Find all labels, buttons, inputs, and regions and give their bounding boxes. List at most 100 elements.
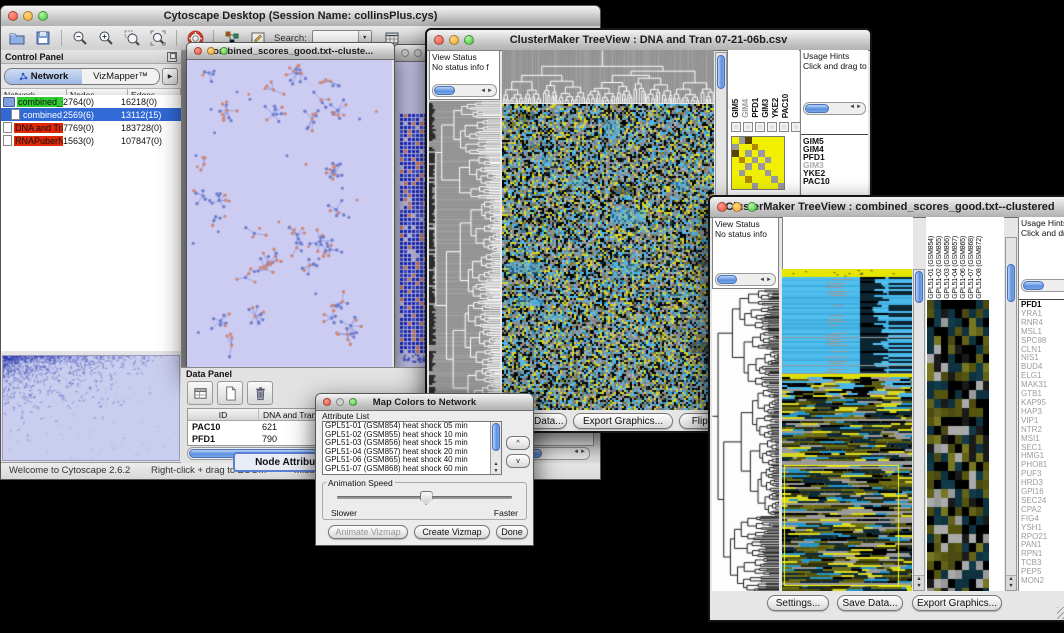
new-attribute-button[interactable] <box>217 381 243 405</box>
tab-overflow-button[interactable]: ▶ <box>162 68 178 85</box>
zoom-button[interactable] <box>220 47 228 55</box>
heatmap-zoom-view[interactable] <box>927 300 989 591</box>
save-button[interactable] <box>31 28 55 48</box>
row-dendrogram[interactable] <box>429 101 500 410</box>
attribute-item[interactable]: GPL51-07 (GSM868) heat shock 60 min <box>323 465 501 474</box>
done-button[interactable]: Done <box>496 525 528 539</box>
hscrollbar[interactable]: ◄► <box>432 84 497 97</box>
gene-label[interactable]: GPI16 <box>1021 488 1064 497</box>
list-vscrollbar[interactable]: ▲ ▼ <box>490 422 501 474</box>
animation-speed-slider[interactable] <box>337 496 512 499</box>
zoom-vscrollbar[interactable]: ▲▼ <box>1005 237 1017 591</box>
scrollbar-thumb[interactable] <box>1007 264 1015 302</box>
resize-grip[interactable] <box>1057 607 1064 619</box>
close-button[interactable] <box>194 47 202 55</box>
gene-label[interactable]: FIG4 <box>1021 515 1064 524</box>
minimize-button[interactable] <box>414 49 422 57</box>
title-bar[interactable]: combined_scores_good.txt--cluste... <box>187 43 394 60</box>
title-bar[interactable]: ClusterMaker TreeView : combined_scores_… <box>710 197 1064 218</box>
gene-label[interactable]: NTR2 <box>1021 426 1064 435</box>
select-attributes-button[interactable] <box>187 381 213 405</box>
tab-network[interactable]: Network <box>5 69 82 84</box>
gene-label[interactable]: MON2 <box>1021 577 1064 586</box>
scrollbar-thumb[interactable] <box>717 55 725 89</box>
gene-label[interactable]: YSH1 <box>1021 524 1064 533</box>
export-graphics-button[interactable]: Export Graphics... <box>573 413 673 429</box>
gene-label[interactable]: SEC24 <box>1021 497 1064 506</box>
zoom-out-button[interactable] <box>68 28 92 48</box>
gene-label[interactable]: RPN1 <box>1021 550 1064 559</box>
gene-label[interactable]: HRD3 <box>1021 479 1064 488</box>
close-button[interactable] <box>434 35 444 45</box>
export-graphics-button[interactable]: Export Graphics... <box>912 595 1002 611</box>
title-bar[interactable]: Map Colors to Network <box>316 394 533 411</box>
attribute-list[interactable]: GPL51-01 (GSM854) heat shock 05 minGPL51… <box>322 421 502 475</box>
gene-label[interactable]: GIM4 <box>803 145 868 153</box>
open-file-button[interactable] <box>5 28 29 48</box>
heatmap-global-view[interactable] <box>782 269 912 591</box>
scroll-up-icon[interactable]: ▲ <box>491 461 501 467</box>
gene-label[interactable]: PFD1 <box>1021 301 1064 310</box>
gene-label[interactable]: PUF3 <box>1021 470 1064 479</box>
gene-label[interactable]: PFD1 <box>803 153 868 161</box>
create-vizmap-button[interactable]: Create Vizmap <box>414 525 490 539</box>
heatmap-zoom-view[interactable] <box>731 136 785 190</box>
column-dendrogram-area[interactable] <box>782 217 913 269</box>
title-bar[interactable]: ClusterMaker TreeView : DNA and Tran 07-… <box>427 30 870 51</box>
gene-label[interactable]: GIM5 <box>803 137 868 145</box>
gene-label[interactable]: HAP3 <box>1021 408 1064 417</box>
gene-label[interactable]: GIM3 <box>803 161 868 169</box>
save-data-button[interactable]: Save Data... <box>837 595 903 611</box>
gene-label[interactable]: PEP5 <box>1021 568 1064 577</box>
gene-label[interactable]: YRA1 <box>1021 310 1064 319</box>
minimize-button[interactable] <box>336 398 344 406</box>
slider-thumb[interactable] <box>420 491 433 505</box>
zoom-button[interactable] <box>38 11 48 21</box>
gene-label[interactable]: CPA2 <box>1021 506 1064 515</box>
network-canvas[interactable] <box>187 60 392 369</box>
scrollbar-thumb[interactable] <box>492 423 500 451</box>
minimize-button[interactable] <box>449 35 459 45</box>
gene-label[interactable]: VIP1 <box>1021 417 1064 426</box>
close-button[interactable] <box>401 49 409 57</box>
zoom-button[interactable] <box>464 35 474 45</box>
zoom-button[interactable] <box>747 202 757 212</box>
gene-label[interactable]: PHO81 <box>1021 461 1064 470</box>
global-vscrollbar[interactable]: ▲▼ <box>913 269 925 591</box>
gene-label[interactable]: KAP95 <box>1021 399 1064 408</box>
column-dendrogram[interactable] <box>502 50 714 103</box>
gene-label[interactable]: SEC1 <box>1021 444 1064 453</box>
scroll-down-icon[interactable]: ▼ <box>491 468 501 474</box>
row-dendrogram[interactable] <box>712 289 779 591</box>
zoom-button[interactable] <box>349 398 357 406</box>
scrollbar-thumb[interactable] <box>717 275 737 284</box>
mini-tool-button[interactable] <box>743 122 753 132</box>
gene-label[interactable]: RNR4 <box>1021 319 1064 328</box>
gene-label[interactable]: PAN1 <box>1021 541 1064 550</box>
gene-label[interactable]: MAK31 <box>1021 381 1064 390</box>
delete-attribute-button[interactable] <box>247 381 273 405</box>
gene-label[interactable]: PAC10 <box>803 177 868 185</box>
gene-label[interactable]: MSL1 <box>1021 328 1064 337</box>
network-table-row[interactable]: DNA and Tran 07769(0)183728(0) <box>1 121 181 134</box>
minimize-button[interactable] <box>732 202 742 212</box>
settings-button[interactable]: Settings... <box>767 595 829 611</box>
mini-tool-button[interactable] <box>779 122 789 132</box>
scrollbar-thumb[interactable] <box>1023 281 1044 290</box>
network-table-row[interactable]: combined_scores2764(0)16218(0) <box>1 95 181 108</box>
minimize-button[interactable] <box>23 11 33 21</box>
gene-label[interactable]: NIS1 <box>1021 354 1064 363</box>
title-bar[interactable]: Cytoscape Desktop (Session Name: collins… <box>1 6 600 27</box>
close-button[interactable] <box>717 202 727 212</box>
column-header-id[interactable]: ID <box>188 409 259 420</box>
gene-label[interactable]: RPO21 <box>1021 533 1064 542</box>
scrollbar-thumb[interactable] <box>434 86 455 95</box>
gene-label[interactable]: MSI1 <box>1021 435 1064 444</box>
network-table-row[interactable]: combined_sco2569(6)13112(15) <box>1 108 181 121</box>
gene-label[interactable]: ELG1 <box>1021 372 1064 381</box>
gene-label[interactable]: GTB1 <box>1021 390 1064 399</box>
hscrollbar[interactable] <box>1021 279 1064 292</box>
network-table-row[interactable]: RNAPuberNov2+1563(0)107847(0) <box>1 134 181 147</box>
float-panel-icon[interactable] <box>167 52 177 62</box>
close-button[interactable] <box>323 398 331 406</box>
